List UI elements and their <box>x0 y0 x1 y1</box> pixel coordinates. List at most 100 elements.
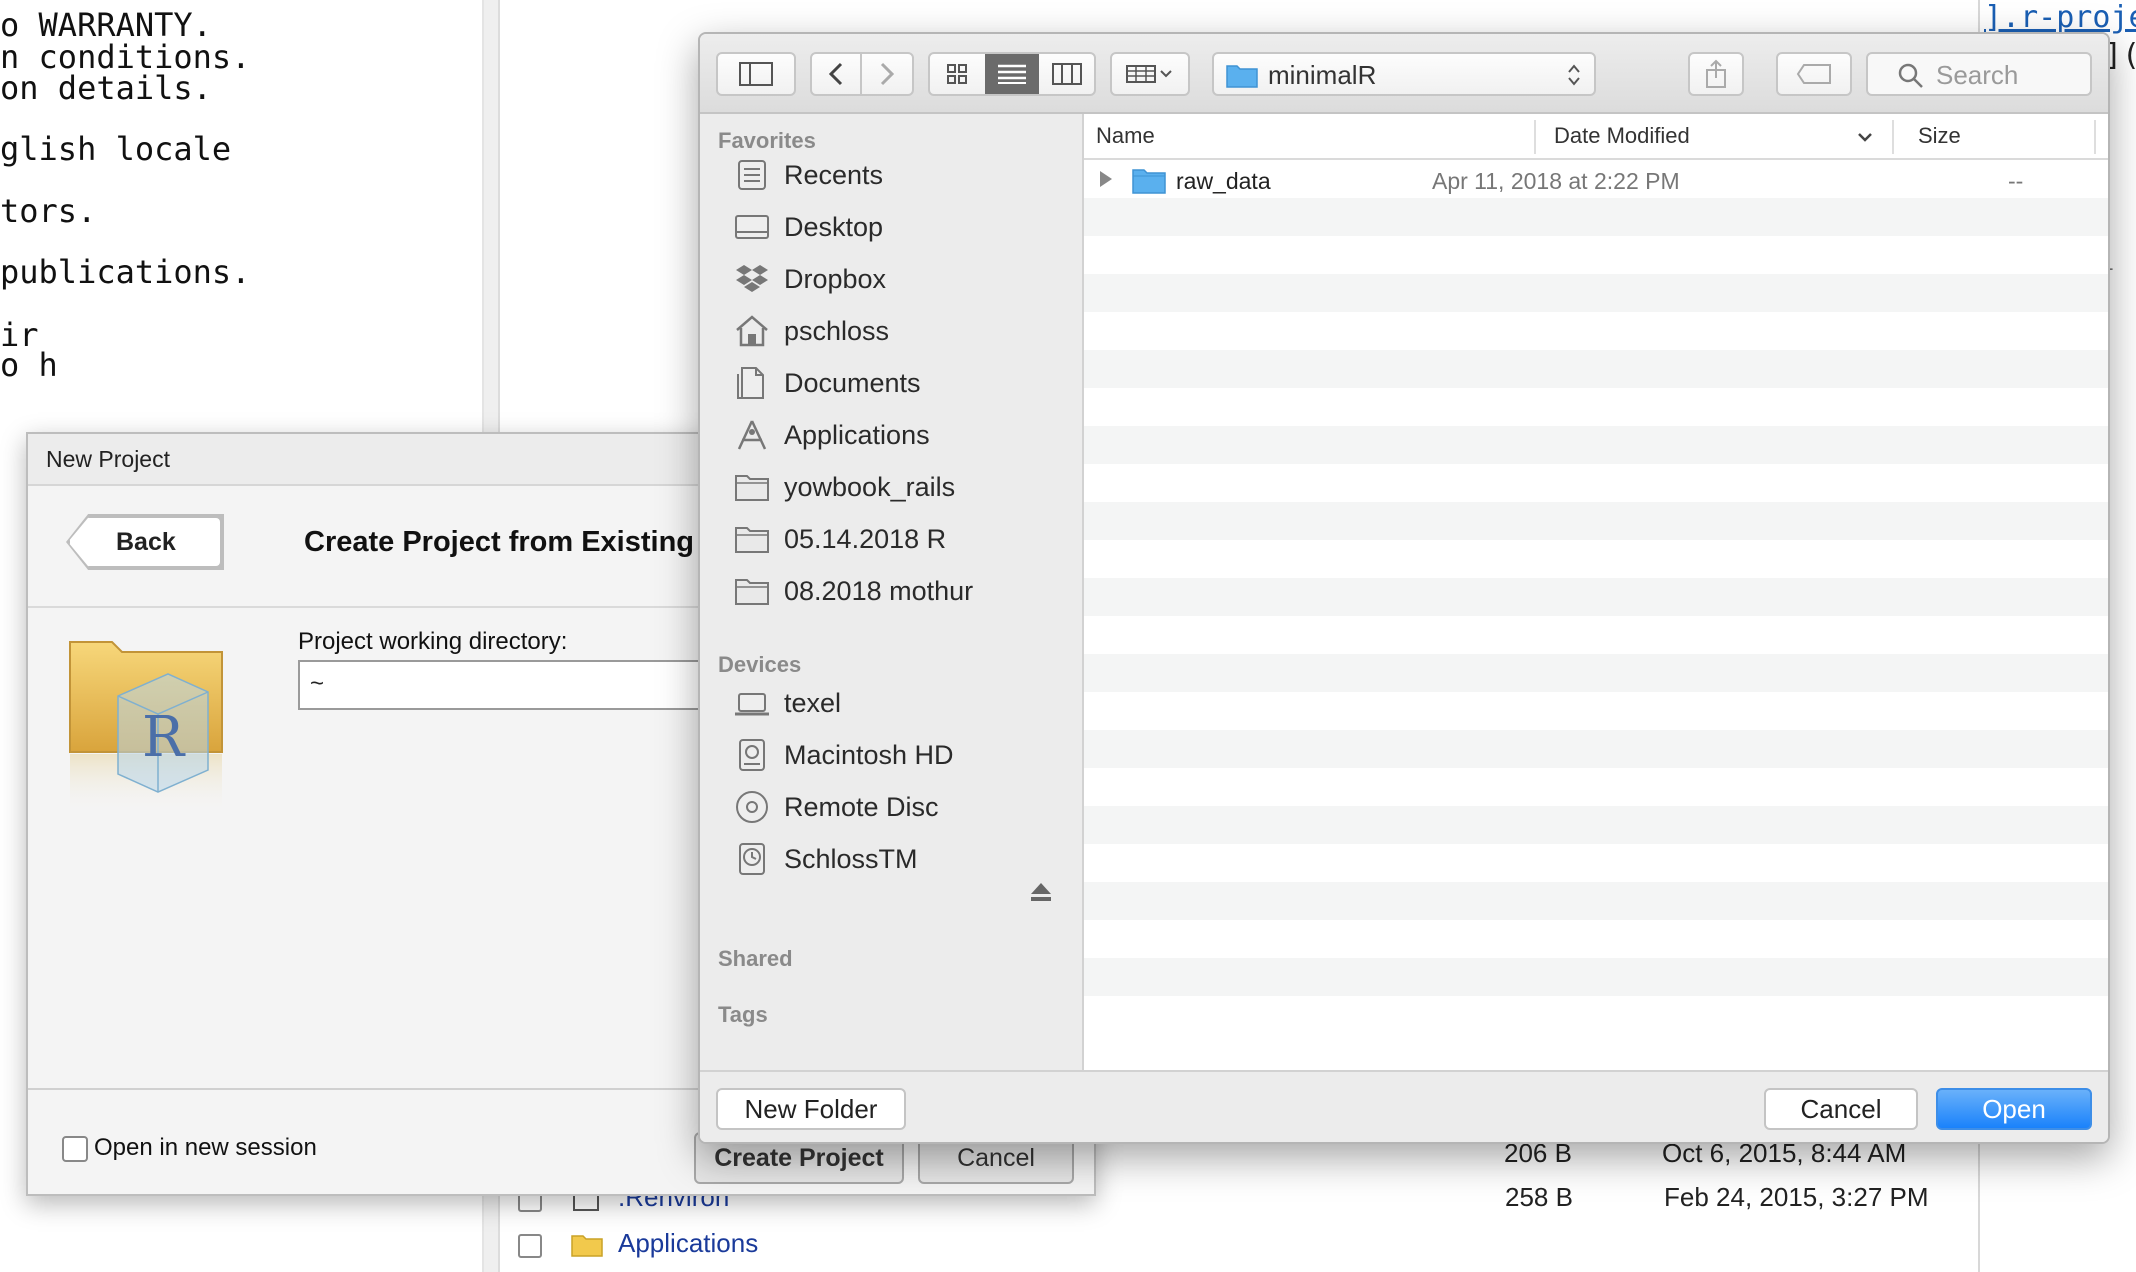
sidebar-item-schlosstm[interactable]: SchlossTM <box>734 838 1074 882</box>
sidebar-item-macintosh-hd[interactable]: Macintosh HD <box>734 734 1074 778</box>
up-down-chevron-icon <box>1568 64 1580 86</box>
column-header-name[interactable]: Name <box>1096 123 1155 149</box>
empty-row <box>1084 920 2108 958</box>
empty-row <box>1084 578 2108 616</box>
search-placeholder: Search <box>1936 60 2019 90</box>
empty-row <box>1084 958 2108 996</box>
icon-view-button[interactable] <box>930 54 985 94</box>
folder-icon <box>1226 65 1258 88</box>
group-by-button[interactable] <box>1110 52 1190 96</box>
svg-text:R: R <box>142 705 186 770</box>
sidebar-item-remote-disc[interactable]: Remote Disc <box>734 786 1074 830</box>
empty-row <box>1084 692 2108 730</box>
open-new-session-label[interactable]: Open in new session <box>94 1134 317 1162</box>
sidebar-item-r-folder[interactable]: 05.14.2018 R <box>734 518 1074 562</box>
sidebar-item-label: Documents <box>784 368 921 398</box>
back-button-label[interactable]: Back <box>116 528 176 557</box>
sidebar-item-documents[interactable]: Documents <box>734 362 1074 406</box>
chevron-left-icon <box>828 62 843 86</box>
tag-icon <box>1796 64 1831 84</box>
column-header-size[interactable]: Size <box>1918 123 1961 149</box>
r-project-folder-icon: R <box>69 641 223 814</box>
empty-row <box>1084 806 2108 844</box>
empty-row <box>1084 350 2108 388</box>
file-name[interactable]: Applications <box>618 1228 758 1259</box>
group-icon <box>1126 65 1172 83</box>
sidebar-item-label: 08.2018 mothur <box>784 576 974 606</box>
sidebar-section-shared: Shared <box>718 946 793 971</box>
file-size: -- <box>2008 168 2024 194</box>
list-view-button[interactable] <box>984 54 1040 94</box>
empty-row <box>1084 274 2108 312</box>
cancel-button[interactable]: Cancel <box>1764 1088 1918 1130</box>
chevron-down-icon <box>1858 133 1872 142</box>
empty-row <box>1084 654 2108 692</box>
sidebar-item-label: 05.14.2018 R <box>784 524 947 554</box>
console-line: glish locale <box>0 130 232 168</box>
sidebar-toggle-button[interactable] <box>716 52 796 96</box>
file-row[interactable]: Applications <box>500 1222 1978 1268</box>
folder-icon <box>735 579 769 605</box>
folder-icon <box>571 1235 603 1257</box>
sidebar-item-home[interactable]: pschloss <box>734 310 1074 354</box>
grid-icon <box>947 64 968 84</box>
empty-row <box>1084 996 2108 1034</box>
column-separator[interactable] <box>2094 120 2096 154</box>
sidebar-item-label: Macintosh HD <box>784 740 954 770</box>
sidebar-item-label: texel <box>784 688 842 718</box>
sidebar-item-applications[interactable]: Applications <box>734 414 1074 458</box>
desktop-icon <box>735 215 769 239</box>
empty-row <box>1084 768 2108 806</box>
open-button[interactable]: Open <box>1936 1088 2092 1130</box>
home-icon <box>736 315 768 347</box>
sidebar-item-mothur-folder[interactable]: 08.2018 mothur <box>734 570 1074 614</box>
chevron-right-icon <box>880 62 895 86</box>
empty-row <box>1084 616 2108 654</box>
back-nav-button[interactable] <box>812 54 863 94</box>
file-name: raw_data <box>1176 168 1271 194</box>
sidebar-item-dropbox[interactable]: Dropbox <box>734 258 1074 302</box>
sidebar-item-label: Applications <box>784 420 930 450</box>
empty-row <box>1084 236 2108 274</box>
dialog-toolbar: minimalR Search <box>700 34 2108 114</box>
console-line: publications. <box>0 253 251 291</box>
eject-icon[interactable] <box>1030 882 1052 902</box>
path-popup[interactable]: minimalR <box>1212 52 1596 96</box>
sidebar-item-yowbook-rails[interactable]: yowbook_rails <box>734 466 1074 510</box>
empty-row <box>1084 844 2108 882</box>
documents-icon <box>737 367 764 399</box>
search-input[interactable]: Search <box>1866 52 2092 96</box>
column-view-button[interactable] <box>1039 54 1094 94</box>
sidebar-section-favorites: Favorites <box>718 128 816 153</box>
dialog-footer: New Folder Cancel Open <box>700 1070 2108 1142</box>
empty-row <box>1084 198 2108 236</box>
sidebar-item-desktop[interactable]: Desktop <box>734 206 1074 250</box>
sidebar-item-label: yowbook_rails <box>784 472 956 502</box>
tag-button[interactable] <box>1776 52 1852 96</box>
file-date: Apr 11, 2018 at 2:22 PM <box>1432 168 1680 194</box>
sidebar-section-devices: Devices <box>718 652 802 677</box>
column-separator[interactable] <box>1892 120 1894 154</box>
empty-row <box>1084 464 2108 502</box>
editor-fragment: ].r-proje <box>1984 0 2136 35</box>
columns-icon <box>1051 63 1082 85</box>
column-header-date[interactable]: Date Modified <box>1554 123 1690 149</box>
applications-icon <box>737 420 767 450</box>
column-separator[interactable] <box>1534 120 1536 154</box>
file-checkbox[interactable] <box>518 1234 542 1258</box>
forward-nav-button[interactable] <box>862 54 912 94</box>
empty-row <box>1084 388 2108 426</box>
search-icon <box>1898 63 1923 88</box>
table-row[interactable]: raw_data Apr 11, 2018 at 2:22 PM -- <box>1084 160 2108 198</box>
console-line: on details. <box>0 69 212 107</box>
sidebar-item-texel[interactable]: texel <box>734 682 1074 726</box>
file-list: Name Date Modified Size raw_data Apr 11,… <box>1084 114 2108 1070</box>
sidebar-item-recents[interactable]: Recents <box>734 154 1074 198</box>
sidebar-item-label: Desktop <box>784 212 884 242</box>
disclosure-triangle-icon[interactable] <box>1098 170 1114 188</box>
open-new-session-checkbox[interactable] <box>62 1136 88 1162</box>
new-folder-button[interactable]: New Folder <box>716 1088 906 1130</box>
sidebar-section-tags: Tags <box>718 1002 768 1027</box>
finder-sidebar: Favorites Recents Desktop Dropbox pschlo… <box>700 114 1084 1070</box>
share-button[interactable] <box>1688 52 1744 96</box>
